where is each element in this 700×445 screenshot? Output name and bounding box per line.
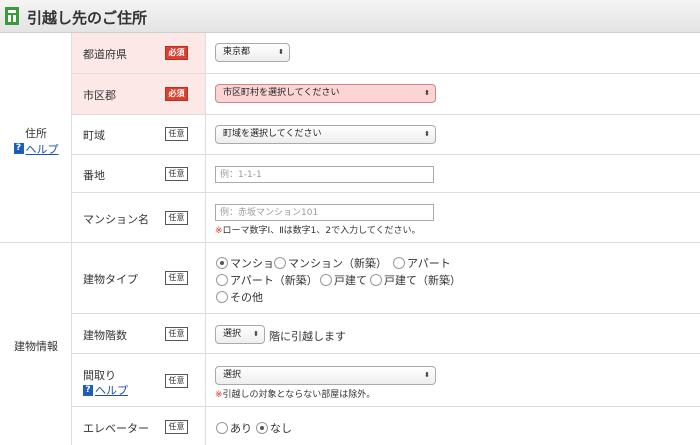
town-label: 町域 [83,129,105,142]
page-title: 引越し先のご住所 [27,9,148,27]
building-group-label: 建物情報 [14,340,58,353]
address-group: 住所 ? ヘルプ [0,33,72,243]
prefecture-select[interactable]: 東京都 ⬍ [215,43,290,62]
updown-arrow-icon: ⬍ [424,130,430,138]
street-input[interactable] [215,166,434,183]
layout-note-text: 引越しの対象とならない部屋は除外。 [222,390,376,400]
mansion-input[interactable] [215,204,434,221]
building-type-option[interactable]: マンション（新築） [274,255,387,271]
building-type-option[interactable]: 戸建て [320,272,367,288]
floor-select[interactable]: 選択 ⬍ [215,325,265,344]
house-icon [5,7,19,25]
elevator-option[interactable]: なし [256,420,292,436]
optional-badge: 任意 [165,127,188,141]
required-badge: 必須 [165,87,188,101]
optional-badge: 任意 [165,211,188,225]
layout-note: ※引越しの対象とならない部屋は除外。 [215,387,375,400]
note-mark: ※ [215,226,223,236]
building-type-row: 建物タイプ 任意 マンション マンション（新築） アパート アパート（新築） 戸… [72,243,700,314]
layout-label: 間取り [83,369,116,382]
floor-label: 建物階数 [83,329,127,342]
street-label: 番地 [83,169,105,182]
mansion-note: ※ローマ数字Ⅰ、Ⅱは数字1、2で入力してください。 [215,223,421,236]
updown-arrow-icon: ⬍ [424,371,430,379]
prefecture-select-value: 東京都 [223,47,251,57]
layout-select-value: 選択 [223,370,242,380]
mansion-label: マンション名 [83,213,149,226]
city-row: 市区郡 必須 市区町村を選択してください ⬍ [72,74,700,115]
updown-arrow-icon: ⬍ [253,330,259,338]
radio-unchecked [216,422,228,434]
city-label: 市区郡 [83,89,116,102]
building-type-option[interactable]: アパート [393,255,451,271]
optional-badge: 任意 [165,327,188,341]
mansion-row: マンション名 任意 ※ローマ数字Ⅰ、Ⅱは数字1、2で入力してください。 [72,193,700,243]
optional-badge: 任意 [165,271,188,285]
floor-suffix: 階に引越します [269,330,346,343]
layout-row: 間取り ? ヘルプ 任意 選択 ⬍ ※引越しの対象とならない部屋は除外。 [72,354,700,407]
address-group-label: 住所 [25,127,47,140]
mansion-note-text: ローマ数字Ⅰ、Ⅱは数字1、2で入力してください。 [222,226,421,236]
layout-select[interactable]: 選択 ⬍ [215,366,436,385]
updown-arrow-icon: ⬍ [424,89,430,97]
help-icon: ? [83,384,93,396]
radio-checked [256,422,268,434]
updown-arrow-icon: ⬍ [278,48,284,56]
optional-badge: 任意 [165,374,188,388]
layout-help-link[interactable]: ? ヘルプ [83,382,128,398]
radio-unchecked [320,274,332,286]
layout-help-label: ヘルプ [95,384,128,397]
prefecture-label: 都道府県 [83,48,127,61]
town-row: 町域 任意 町域を選択してください ⬍ [72,115,700,155]
radio-unchecked [393,257,405,269]
radio-checked [216,257,228,269]
street-row: 番地 任意 [72,155,700,193]
address-help-label: ヘルプ [25,142,59,156]
note-mark: ※ [215,390,223,400]
optional-badge: 任意 [165,420,188,434]
building-group: 建物情報 [0,243,72,445]
building-type-option[interactable]: アパート（新築） [216,272,318,288]
building-type-option[interactable]: 戸建て（新築） [370,272,461,288]
town-select-value: 町域を選択してください [223,129,322,139]
building-type-label: 建物タイプ [83,273,138,286]
page-header: 引越し先のご住所 [0,0,700,33]
radio-unchecked [370,274,382,286]
address-help-link[interactable]: ? ヘルプ [13,141,59,157]
city-select[interactable]: 市区町村を選択してください ⬍ [215,84,436,103]
elevator-option[interactable]: あり [216,420,252,436]
elevator-row: エレベーター 任意 あり なし [72,407,700,445]
floor-row: 建物階数 任意 選択 ⬍ 階に引越します [72,314,700,354]
floor-select-value: 選択 [223,329,242,339]
help-icon: ? [13,143,24,154]
building-type-option[interactable]: その他 [216,289,263,305]
prefecture-row: 都道府県 必須 東京都 ⬍ [72,33,700,74]
radio-unchecked [274,257,286,269]
radio-unchecked [216,291,228,303]
town-select[interactable]: 町域を選択してください ⬍ [215,125,436,144]
radio-unchecked [216,274,228,286]
city-select-value: 市区町村を選択してください [223,88,340,98]
required-badge: 必須 [165,46,188,60]
elevator-label: エレベーター [83,422,149,435]
optional-badge: 任意 [165,167,188,181]
